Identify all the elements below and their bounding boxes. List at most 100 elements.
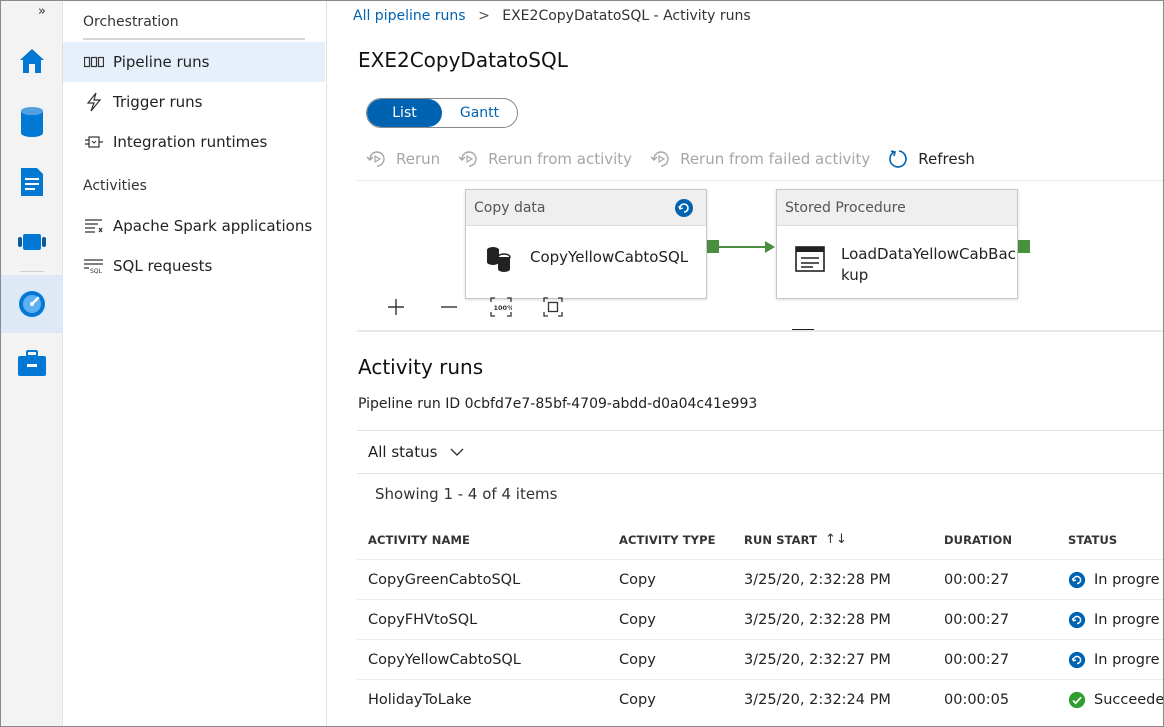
table-header-row: ACTIVITY NAME ACTIVITY TYPE RUN START ↑↓… bbox=[357, 520, 1164, 560]
activity-name: LoadDataYellowCabBac kup bbox=[841, 245, 1016, 284]
rerun-label: Rerun bbox=[396, 150, 441, 168]
breadcrumb: All pipeline runs > EXE2CopyDatatoSQL - … bbox=[353, 8, 751, 24]
svg-text:SQL: SQL bbox=[90, 268, 103, 274]
table-row[interactable]: HolidayToLake Copy 3/25/20, 2:32:24 PM 0… bbox=[357, 680, 1164, 720]
run-start-cell: 3/25/20, 2:32:28 PM bbox=[744, 611, 891, 628]
activity-type-cell: Copy bbox=[619, 651, 656, 668]
duration-cell: 00:00:27 bbox=[944, 611, 1010, 628]
success-output-port[interactable] bbox=[1018, 240, 1030, 253]
orchestrate-icon[interactable] bbox=[0, 215, 63, 269]
rerun-from-failed-button[interactable]: Rerun from failed activity bbox=[650, 149, 870, 169]
rerun-button[interactable]: Rerun bbox=[366, 149, 440, 169]
view-toggle: List Gantt bbox=[366, 98, 518, 128]
activity-runs-table: ACTIVITY NAME ACTIVITY TYPE RUN START ↑↓… bbox=[357, 520, 1164, 720]
run-start-cell: 3/25/20, 2:32:27 PM bbox=[744, 651, 891, 668]
duration-cell: 00:00:27 bbox=[944, 651, 1010, 668]
rerun-from-activity-button[interactable]: Rerun from activity bbox=[458, 149, 632, 169]
orchestration-heading: Orchestration bbox=[83, 14, 179, 30]
zoom-in-icon[interactable] bbox=[384, 295, 408, 319]
success-output-port[interactable] bbox=[707, 240, 719, 253]
success-connector bbox=[719, 246, 769, 248]
column-header-run-start[interactable]: RUN START ↑↓ bbox=[744, 520, 847, 559]
chevron-down-icon[interactable] bbox=[449, 447, 465, 457]
activity-type-cell: Copy bbox=[619, 571, 656, 588]
nav-item-pipeline-runs[interactable]: Pipeline runs bbox=[63, 42, 325, 82]
activity-name-cell: CopyYellowCabtoSQL bbox=[368, 651, 521, 668]
nav-item-integration-runtimes[interactable]: Integration runtimes bbox=[63, 122, 325, 162]
in-progress-icon bbox=[1068, 571, 1086, 588]
success-icon bbox=[1068, 691, 1086, 709]
activity-name-cell: CopyGreenCabtoSQL bbox=[368, 571, 521, 588]
in-progress-icon bbox=[675, 199, 693, 217]
activities-heading: Activities bbox=[83, 178, 147, 194]
refresh-button[interactable]: Refresh bbox=[888, 148, 975, 170]
column-header[interactable]: DURATION bbox=[944, 520, 1012, 559]
copy-data-icon bbox=[487, 247, 511, 272]
list-view-button[interactable]: List bbox=[367, 99, 442, 127]
activity-name-cell: HolidayToLake bbox=[368, 692, 472, 708]
monitor-nav-pane: Orchestration Pipeline runs Trigger runs… bbox=[63, 0, 327, 727]
page-title: EXE2CopyDatatoSQL bbox=[358, 48, 568, 72]
monitor-icon[interactable] bbox=[0, 275, 63, 333]
refresh-icon bbox=[889, 150, 908, 168]
duration-cell: 00:00:27 bbox=[944, 571, 1010, 588]
activity-name: CopyYellowCabtoSQL bbox=[530, 248, 689, 266]
main-content: All pipeline runs > EXE2CopyDatatoSQL - … bbox=[328, 0, 1164, 727]
pipeline-run-id: Pipeline run ID 0cbfd7e7-85bf-4709-abdd-… bbox=[358, 396, 757, 412]
rerun-icon bbox=[366, 151, 385, 167]
pipeline-icon bbox=[83, 53, 105, 71]
activity-copy-data[interactable]: Copy data CopyYellowCabtoSQL bbox=[465, 189, 707, 299]
connector-arrow-icon bbox=[765, 241, 775, 253]
integration-runtime-icon bbox=[83, 133, 105, 151]
breadcrumb-current: EXE2CopyDatatoSQL - Activity runs bbox=[502, 8, 751, 24]
activity-runs-title: Activity runs bbox=[358, 355, 484, 379]
nav-item-spark-applications[interactable]: Apache Spark applications bbox=[63, 206, 325, 246]
status-cell: Succeede bbox=[1068, 680, 1164, 720]
nav-item-label: Apache Spark applications bbox=[113, 217, 313, 235]
zoom-out-icon[interactable] bbox=[437, 295, 461, 319]
fit-to-screen-icon[interactable] bbox=[541, 295, 565, 319]
column-header[interactable]: ACTIVITY TYPE bbox=[619, 520, 716, 559]
home-icon[interactable] bbox=[0, 34, 63, 88]
svg-text:100%: 100% bbox=[494, 304, 513, 312]
nav-item-sql-requests[interactable]: SQL SQL requests bbox=[63, 246, 325, 286]
rerun-icon bbox=[650, 151, 669, 167]
run-id-value: 0cbfd7e7-85bf-4709-abdd-d0a04c41e993 bbox=[464, 396, 758, 412]
status-filter-bar: All status bbox=[357, 430, 1164, 474]
pipeline-canvas[interactable]: Copy data CopyYellowCabtoSQL Stored Proc… bbox=[357, 180, 1164, 332]
activity-stored-procedure[interactable]: Stored Procedure LoadDataYellowCabBac kup bbox=[776, 189, 1018, 299]
column-header[interactable]: STATUS bbox=[1068, 520, 1117, 559]
toolbar: Rerun Rerun from activity Rerun from fai… bbox=[366, 146, 993, 172]
table-row[interactable]: CopyFHVtoSQL Copy 3/25/20, 2:32:28 PM 00… bbox=[357, 600, 1164, 640]
table-row[interactable]: CopyGreenCabtoSQL Copy 3/25/20, 2:32:28 … bbox=[357, 560, 1164, 600]
data-icon[interactable] bbox=[0, 95, 63, 149]
manage-icon[interactable] bbox=[0, 336, 63, 390]
status-cell: In progre bbox=[1068, 640, 1160, 679]
stored-procedure-icon bbox=[795, 246, 825, 272]
zoom-100-icon[interactable]: 100% bbox=[489, 295, 513, 319]
nav-item-label: Integration runtimes bbox=[113, 133, 268, 151]
items-count: Showing 1 - 4 of 4 items bbox=[375, 485, 558, 503]
breadcrumb-all-pipeline-runs[interactable]: All pipeline runs bbox=[353, 8, 466, 24]
rerun-from-activity-label: Rerun from activity bbox=[488, 150, 633, 168]
activity-type-cell: Copy bbox=[619, 692, 656, 708]
table-row[interactable]: CopyYellowCabtoSQL Copy 3/25/20, 2:32:27… bbox=[357, 640, 1164, 680]
duration-cell: 00:00:05 bbox=[944, 692, 1010, 708]
nav-item-trigger-runs[interactable]: Trigger runs bbox=[63, 82, 325, 122]
sql-requests-icon: SQL bbox=[83, 257, 105, 275]
activity-type-cell: Copy bbox=[619, 611, 656, 628]
canvas-resize-handle[interactable] bbox=[792, 329, 814, 330]
rerun-from-failed-label: Rerun from failed activity bbox=[680, 150, 871, 168]
gantt-view-button[interactable]: Gantt bbox=[442, 99, 517, 127]
sort-icon[interactable]: ↑↓ bbox=[825, 532, 847, 547]
activity-type-label: Copy data bbox=[474, 199, 546, 216]
spark-apps-icon bbox=[83, 217, 105, 235]
run-id-label: Pipeline run ID bbox=[358, 396, 461, 412]
icon-rail: » bbox=[0, 0, 63, 727]
nav-item-label: Trigger runs bbox=[113, 93, 203, 111]
rerun-icon bbox=[458, 151, 477, 167]
column-header[interactable]: ACTIVITY NAME bbox=[368, 520, 470, 559]
develop-icon[interactable] bbox=[0, 155, 63, 209]
expand-icon[interactable]: » bbox=[38, 4, 46, 19]
status-filter-dropdown[interactable]: All status bbox=[368, 443, 437, 461]
